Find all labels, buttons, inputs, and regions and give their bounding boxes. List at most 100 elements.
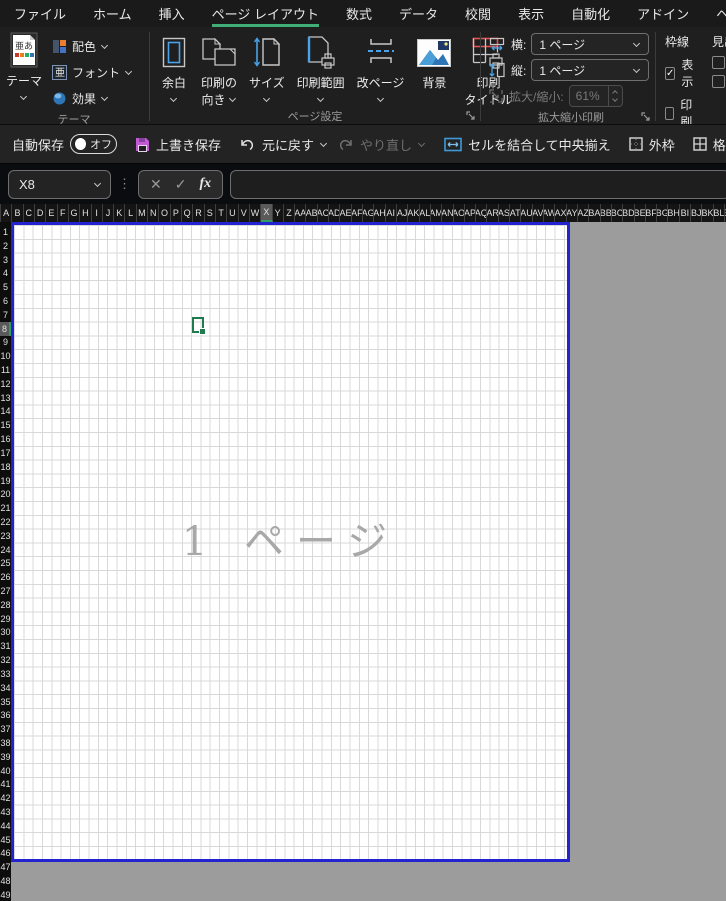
row-header[interactable]: 13 — [0, 391, 11, 405]
row-header[interactable]: 47 — [0, 860, 11, 874]
column-header[interactable]: W — [250, 204, 262, 222]
chevron-down-icon[interactable] — [94, 181, 102, 187]
column-header[interactable]: AH — [374, 204, 386, 222]
themes-button[interactable]: 亜あ テーマ — [0, 31, 48, 106]
checkbox-checked-icon[interactable]: ✓ — [665, 66, 676, 80]
column-header[interactable]: C — [24, 204, 35, 222]
column-header[interactable]: R — [193, 204, 205, 222]
row-header[interactable]: 40 — [0, 764, 11, 778]
row-header[interactable]: 3 — [0, 253, 11, 267]
orientation-button[interactable]: 印刷の 向き — [195, 31, 243, 108]
redo-button[interactable]: やり直し — [337, 135, 426, 154]
column-header[interactable]: AS — [499, 204, 511, 222]
column-header[interactable]: AT — [510, 204, 522, 222]
enter-button[interactable]: ✓ — [175, 176, 187, 193]
breaks-button[interactable]: 改ページ — [351, 31, 411, 108]
autosave-toggle[interactable]: オフ — [70, 134, 118, 154]
column-header[interactable]: K — [114, 204, 126, 222]
theme-fonts-button[interactable]: 亜 フォント — [48, 59, 137, 85]
menu-tab[interactable]: 数式 — [346, 0, 372, 27]
gridlines-view-checkbox-row[interactable]: ✓ 表示 — [665, 56, 696, 90]
column-header[interactable]: AI — [386, 204, 397, 222]
row-header[interactable]: 2 — [0, 239, 11, 253]
column-header[interactable]: AQ — [476, 204, 488, 222]
column-header[interactable]: AL — [420, 204, 431, 222]
row-header[interactable]: 12 — [0, 377, 11, 391]
row-header[interactable]: 9 — [0, 336, 11, 350]
row-header[interactable]: 43 — [0, 805, 11, 819]
row-header[interactable]: 5 — [0, 280, 11, 294]
undo-button[interactable]: 元に戻す — [239, 135, 328, 154]
row-header[interactable]: 4 — [0, 266, 11, 280]
column-header[interactable]: AP — [465, 204, 477, 222]
column-header[interactable]: H — [80, 204, 92, 222]
column-header[interactable]: AW — [544, 204, 556, 222]
row-header[interactable]: 27 — [0, 584, 11, 598]
column-header[interactable]: BE — [635, 204, 646, 222]
row-header[interactable]: 19 — [0, 474, 11, 488]
row-header[interactable]: 32 — [0, 653, 11, 667]
column-header[interactable]: I — [92, 204, 103, 222]
row-header[interactable]: 21 — [0, 501, 11, 515]
row-header[interactable]: 11 — [0, 363, 11, 377]
scale-spinner[interactable]: 61% — [568, 85, 623, 107]
save-button[interactable]: 上書き保存 — [135, 135, 221, 154]
column-header[interactable]: G — [69, 204, 81, 222]
theme-effects-button[interactable]: 効果 — [48, 85, 137, 111]
column-header[interactable]: T — [216, 204, 228, 222]
row-header[interactable]: 38 — [0, 736, 11, 750]
all-borders-button[interactable]: 格子 — [693, 135, 726, 154]
merge-center-button[interactable]: セルを結合して中央揃え — [444, 135, 611, 154]
row-header[interactable]: 39 — [0, 750, 11, 764]
column-header[interactable]: L — [125, 204, 137, 222]
select-all-corner[interactable] — [0, 204, 1, 222]
row-header[interactable]: 1 — [0, 225, 11, 239]
column-header[interactable]: BA — [589, 204, 601, 222]
column-header[interactable]: AY — [567, 204, 578, 222]
column-header[interactable]: V — [239, 204, 250, 222]
gridlines-print-checkbox-row[interactable]: 印刷 — [665, 96, 696, 124]
column-header[interactable]: AE — [340, 204, 352, 222]
row-header[interactable]: 17 — [0, 446, 11, 460]
row-header[interactable]: 30 — [0, 626, 11, 640]
print-area-button[interactable]: 印刷範囲 — [291, 31, 351, 108]
row-header[interactable]: 49 — [0, 888, 11, 901]
column-header[interactable]: AZ — [578, 204, 590, 222]
scale-to-fit-dialog-launcher-icon[interactable] — [641, 112, 651, 122]
autosave-control[interactable]: 自動保存 オフ — [12, 134, 118, 154]
checkbox-unchecked-icon[interactable] — [665, 106, 675, 120]
checkbox-unchecked-icon[interactable] — [712, 75, 726, 88]
column-header[interactable]: D — [35, 204, 47, 222]
column-header[interactable]: BK — [702, 204, 714, 222]
column-header[interactable]: S — [205, 204, 216, 222]
row-header[interactable]: 14 — [0, 405, 11, 419]
menu-tab[interactable]: 自動化 — [571, 0, 610, 27]
column-header[interactable]: BI — [680, 204, 692, 222]
row-header[interactable]: 23 — [0, 529, 11, 543]
row-header[interactable]: 10 — [0, 349, 11, 363]
fit-height-dropdown[interactable]: 1 ページ — [531, 59, 650, 81]
column-header[interactable]: AK — [408, 204, 420, 222]
row-header[interactable]: 29 — [0, 612, 11, 626]
column-header[interactable]: AX — [555, 204, 567, 222]
size-button[interactable]: サイズ — [243, 31, 291, 108]
row-header[interactable]: 42 — [0, 791, 11, 805]
column-header[interactable]: U — [227, 204, 239, 222]
row-header[interactable]: 16 — [0, 432, 11, 446]
row-header[interactable]: 37 — [0, 722, 11, 736]
column-header[interactable]: AA — [295, 204, 307, 222]
row-header[interactable]: 15 — [0, 418, 11, 432]
row-header[interactable]: 46 — [0, 847, 11, 861]
column-header[interactable]: BH — [668, 204, 680, 222]
row-header[interactable]: 41 — [0, 778, 11, 792]
column-header[interactable]: BF — [646, 204, 658, 222]
column-header[interactable]: BD — [623, 204, 635, 222]
row-header[interactable]: 20 — [0, 487, 11, 501]
column-header[interactable]: BC — [612, 204, 624, 222]
row-header[interactable]: 24 — [0, 543, 11, 557]
chevron-down-icon[interactable] — [418, 141, 426, 147]
row-header[interactable]: 8 — [0, 321, 11, 336]
column-header[interactable]: BG — [657, 204, 669, 222]
column-header[interactable]: AB — [306, 204, 318, 222]
column-header[interactable]: A — [1, 204, 13, 222]
